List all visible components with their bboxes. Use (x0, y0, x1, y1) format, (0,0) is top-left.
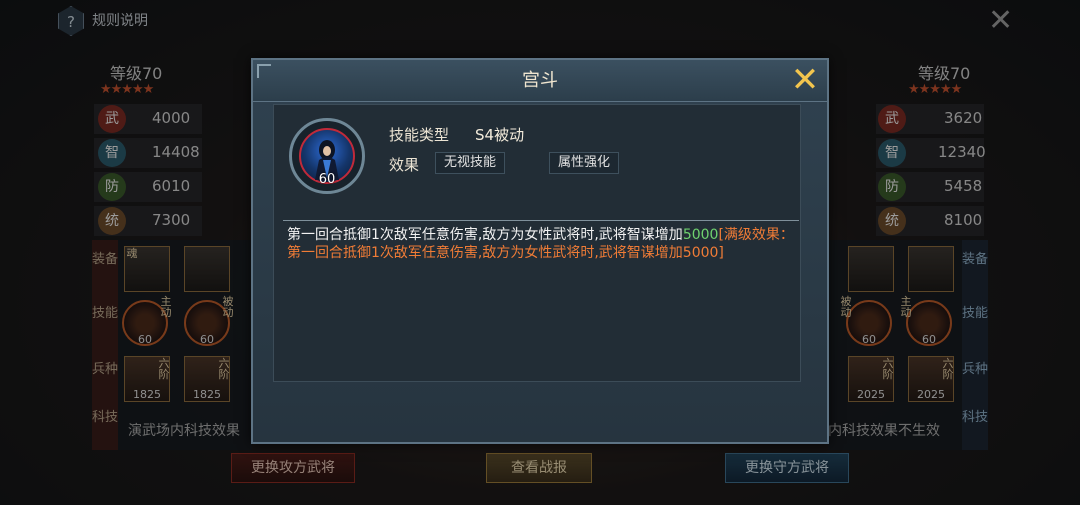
effect-tag: 无视技能 (435, 152, 506, 174)
dialog-title: 宫斗 (522, 70, 558, 91)
description-text: 第一回合抵御1次敌军任意伤害,敌方为女性武将时,武将智谋增加 (287, 227, 683, 243)
divider (283, 220, 799, 221)
skill-type-value: S4被动 (475, 126, 525, 144)
skill-description: 第一回合抵御1次敌军任意伤害,敌方为女性武将时,武将智谋增加5000[满级效果：… (287, 226, 797, 262)
skill-detail-dialog: 宫斗 ✕ 60 技能类型 S4被动 效果 无视技能 属性强化 第一回合抵御1次敌… (251, 58, 829, 444)
description-value: 5000 (682, 227, 719, 243)
effect-tag: 属性强化 (549, 152, 620, 174)
skill-type-label: 技能类型 (389, 126, 450, 144)
skill-level: 60 (318, 172, 336, 187)
effect-label: 效果 (389, 156, 420, 174)
close-icon[interactable]: ✕ (788, 63, 822, 98)
